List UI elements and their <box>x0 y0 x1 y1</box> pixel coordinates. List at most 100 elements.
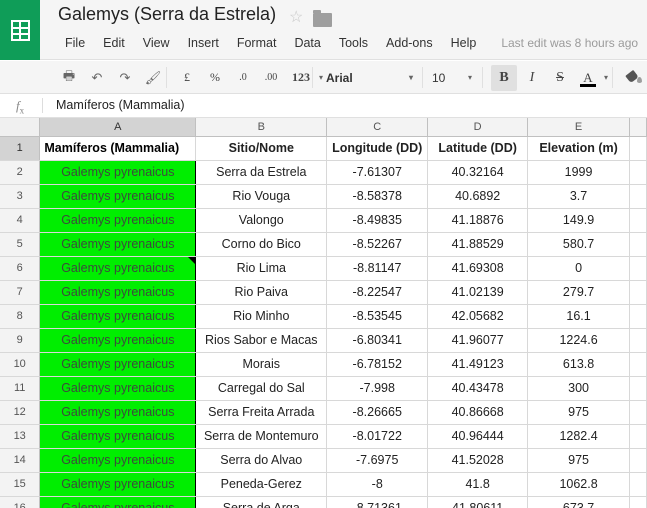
cell-e9[interactable]: 1224.6 <box>527 328 631 353</box>
cell-c11[interactable]: -7.998 <box>326 376 429 401</box>
row-header-3[interactable]: 3 <box>0 184 41 209</box>
menu-item-addons[interactable]: Add-ons <box>377 36 442 50</box>
cell-f7[interactable] <box>629 280 647 305</box>
cell-d12[interactable]: 40.86668 <box>427 400 529 425</box>
cell-d10[interactable]: 41.49123 <box>427 352 529 377</box>
cell-b6[interactable]: Rio Lima <box>195 256 328 281</box>
cell-d11[interactable]: 40.43478 <box>427 376 529 401</box>
cell-e11[interactable]: 300 <box>527 376 631 401</box>
cell-d2[interactable]: 40.32164 <box>427 160 529 185</box>
cell-e14[interactable]: 975 <box>527 448 631 473</box>
cell-e15[interactable]: 1062.8 <box>527 472 631 497</box>
column-header-e[interactable]: E <box>527 118 631 137</box>
cell-a16[interactable]: Galemys pyrenaicus <box>39 496 197 508</box>
text-color-button[interactable]: A <box>575 65 601 91</box>
cell-a10[interactable]: Galemys pyrenaicus <box>39 352 197 377</box>
row-header-12[interactable]: 12 <box>0 400 41 425</box>
cell-a1[interactable]: Mamíferos (Mammalia) <box>39 136 197 161</box>
column-header-b[interactable]: B <box>195 118 328 137</box>
column-header-f[interactable] <box>629 118 647 137</box>
cell-e13[interactable]: 1282.4 <box>527 424 631 449</box>
cell-e8[interactable]: 16.1 <box>527 304 631 329</box>
cell-f6[interactable] <box>629 256 647 281</box>
menu-item-insert[interactable]: Insert <box>179 36 228 50</box>
cell-b13[interactable]: Serra de Montemuro <box>195 424 328 449</box>
cell-b12[interactable]: Serra Freita Arrada <box>195 400 328 425</box>
italic-button[interactable]: I <box>519 65 545 91</box>
cell-c15[interactable]: -8 <box>326 472 429 497</box>
decimal-increase-button[interactable]: .00 <box>258 65 284 91</box>
star-outline-icon[interactable]: ☆ <box>289 10 303 26</box>
cell-e3[interactable]: 3.7 <box>527 184 631 209</box>
document-title[interactable]: Galemys (Serra da Estrela) <box>58 4 276 25</box>
cell-f1[interactable] <box>629 136 647 161</box>
cell-c16[interactable]: -8.71361 <box>326 496 429 508</box>
cell-f11[interactable] <box>629 376 647 401</box>
cell-b7[interactable]: Rio Paiva <box>195 280 328 305</box>
menu-item-format[interactable]: Format <box>228 36 286 50</box>
font-size-selector[interactable]: 10 ▾ <box>428 66 476 89</box>
paint-format-icon[interactable]: 🖌 <box>140 65 166 91</box>
bold-button[interactable]: B <box>491 64 517 91</box>
cell-f5[interactable] <box>629 232 647 257</box>
menu-item-view[interactable]: View <box>134 36 179 50</box>
cell-d7[interactable]: 41.02139 <box>427 280 529 305</box>
cell-d6[interactable]: 41.69308 <box>427 256 529 281</box>
row-header-8[interactable]: 8 <box>0 304 41 329</box>
cell-f3[interactable] <box>629 184 647 209</box>
cell-a8[interactable]: Galemys pyrenaicus <box>39 304 197 329</box>
folder-icon[interactable] <box>313 10 332 27</box>
redo-icon[interactable]: ↷ <box>112 65 138 91</box>
cell-b14[interactable]: Serra do Alvao <box>195 448 328 473</box>
cell-e1[interactable]: Elevation (m) <box>527 136 631 161</box>
row-header-7[interactable]: 7 <box>0 280 41 305</box>
cell-f15[interactable] <box>629 472 647 497</box>
sheets-logo-icon[interactable] <box>0 0 40 60</box>
cell-d16[interactable]: 41.80611 <box>427 496 529 508</box>
cell-e16[interactable]: 673.7 <box>527 496 631 508</box>
cell-a14[interactable]: Galemys pyrenaicus <box>39 448 197 473</box>
cell-a9[interactable]: Galemys pyrenaicus <box>39 328 197 353</box>
undo-icon[interactable]: ↶ <box>84 65 110 91</box>
row-header-4[interactable]: 4 <box>0 208 41 233</box>
cell-b1[interactable]: Sitio/Nome <box>195 136 328 161</box>
cell-b16[interactable]: Serra de Arga <box>195 496 328 508</box>
cell-b4[interactable]: Valongo <box>195 208 328 233</box>
cell-d13[interactable]: 40.96444 <box>427 424 529 449</box>
cell-c12[interactable]: -8.26665 <box>326 400 429 425</box>
cell-e7[interactable]: 279.7 <box>527 280 631 305</box>
cell-d8[interactable]: 42.05682 <box>427 304 529 329</box>
cell-c5[interactable]: -8.52267 <box>326 232 429 257</box>
decimal-decrease-button[interactable]: .0 <box>230 65 256 91</box>
cell-f4[interactable] <box>629 208 647 233</box>
cell-d1[interactable]: Latitude (DD) <box>427 136 529 161</box>
cell-a3[interactable]: Galemys pyrenaicus <box>39 184 197 209</box>
cell-b5[interactable]: Corno do Bico <box>195 232 328 257</box>
cell-d3[interactable]: 40.6892 <box>427 184 529 209</box>
cell-e4[interactable]: 149.9 <box>527 208 631 233</box>
function-icon[interactable]: fx <box>16 98 24 116</box>
cell-c6[interactable]: -8.81147 <box>326 256 429 281</box>
cell-c4[interactable]: -8.49835 <box>326 208 429 233</box>
cell-f16[interactable] <box>629 496 647 508</box>
cell-f10[interactable] <box>629 352 647 377</box>
cell-e6[interactable]: 0 <box>527 256 631 281</box>
row-header-2[interactable]: 2 <box>0 160 41 185</box>
cell-b3[interactable]: Rio Vouga <box>195 184 328 209</box>
cell-f8[interactable] <box>629 304 647 329</box>
cell-c10[interactable]: -6.78152 <box>326 352 429 377</box>
row-header-6[interactable]: 6 <box>0 256 41 281</box>
cell-e12[interactable]: 975 <box>527 400 631 425</box>
cell-a4[interactable]: Galemys pyrenaicus <box>39 208 197 233</box>
cell-f13[interactable] <box>629 424 647 449</box>
cell-f9[interactable] <box>629 328 647 353</box>
currency-format-button[interactable]: £ <box>174 65 200 91</box>
cell-a11[interactable]: Galemys pyrenaicus <box>39 376 197 401</box>
cell-c3[interactable]: -8.58378 <box>326 184 429 209</box>
cell-a15[interactable]: Galemys pyrenaicus <box>39 472 197 497</box>
cell-d5[interactable]: 41.88529 <box>427 232 529 257</box>
menu-item-data[interactable]: Data <box>285 36 329 50</box>
row-header-1[interactable]: 1 <box>0 136 41 161</box>
cell-e10[interactable]: 613.8 <box>527 352 631 377</box>
cell-c14[interactable]: -7.6975 <box>326 448 429 473</box>
